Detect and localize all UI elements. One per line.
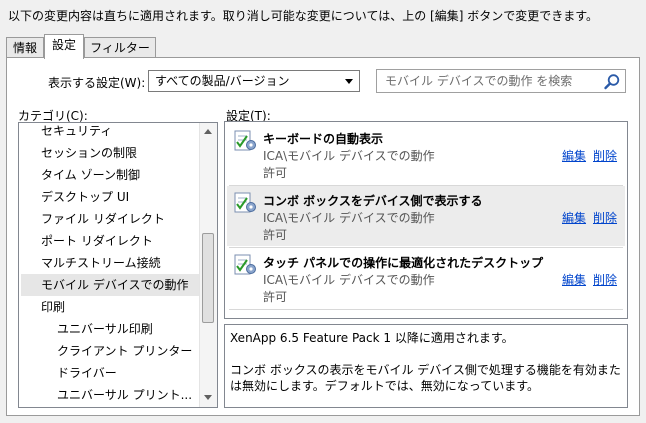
category-item-port-redirect[interactable]: ポート リダイレクト (19, 230, 153, 252)
policy-setting-icon (234, 130, 256, 151)
chevron-down-icon (345, 79, 353, 84)
delete-link[interactable]: 削除 (593, 271, 617, 288)
category-item-drivers[interactable]: ドライバー (19, 362, 117, 384)
category-item-time-zone[interactable]: タイム ゾーン制御 (19, 164, 140, 186)
search-input[interactable]: モバイル デバイスでの動作 を検索 (376, 69, 626, 93)
setting-path: ICA\モバイル デバイスでの動作 (263, 273, 435, 287)
policy-setting-icon (234, 254, 256, 275)
category-scrollbar[interactable] (199, 123, 217, 407)
setting-description: XenApp 6.5 Feature Pack 1 以降に適用されます。 コンボ… (224, 324, 628, 408)
category-item-printing[interactable]: 印刷 (19, 296, 65, 318)
delete-link[interactable]: 削除 (593, 209, 617, 226)
setting-state: 許可 (263, 166, 288, 180)
tab-filter[interactable]: フィルター (84, 37, 156, 57)
scrollbar-thumb[interactable] (202, 233, 214, 323)
setting-path: ICA\モバイル デバイスでの動作 (263, 211, 435, 225)
setting-path: ICA\モバイル デバイスでの動作 (263, 149, 435, 163)
setting-title: タッチ パネルでの操作に最適化されたデスクトップ (263, 256, 544, 270)
setting-row[interactable]: タッチ パネルでの操作に最適化されたデスクトップ ICA\モバイル デバイスでの… (227, 248, 625, 308)
setting-state: 許可 (263, 228, 288, 242)
category-item-file-redirect[interactable]: ファイル リダイレクト (19, 208, 165, 230)
category-item-universal-printing[interactable]: ユニバーサル印刷 (19, 318, 153, 340)
setting-state: 許可 (263, 290, 288, 304)
display-settings-dropdown[interactable]: すべての製品/バージョン (148, 70, 360, 92)
scroll-up-icon[interactable] (204, 129, 212, 134)
edit-link[interactable]: 編集 (562, 209, 586, 226)
category-item-desktop-ui[interactable]: デスクトップ UI (19, 186, 129, 208)
tab-settings[interactable]: 設定 (44, 34, 84, 59)
edit-link[interactable]: 編集 (562, 147, 586, 164)
policy-setting-icon (234, 192, 256, 213)
edit-link[interactable]: 編集 (562, 271, 586, 288)
display-settings-value: すべての製品/バージョン (155, 74, 290, 88)
setting-title: キーボードの自動表示 (263, 132, 384, 146)
category-item-universal-print-server[interactable]: ユニバーサル プリント... (19, 384, 192, 406)
category-list[interactable]: セキュリティ セッションの制限 タイム ゾーン制御 デスクトップ UI ファイル… (18, 122, 218, 408)
settings-list: キーボードの自動表示 ICA\モバイル デバイスでの動作 許可 編集 削除 コン… (224, 121, 628, 319)
description-applies: XenApp 6.5 Feature Pack 1 以降に適用されます。 (230, 331, 514, 345)
row-divider (229, 309, 623, 310)
setting-row[interactable]: キーボードの自動表示 ICA\モバイル デバイスでの動作 許可 編集 削除 (227, 124, 625, 184)
info-note: 以下の変更内容は直ちに適用されます。取り消し可能な変更については、上の [編集]… (8, 9, 598, 23)
search-placeholder: モバイル デバイスでの動作 を検索 (385, 74, 573, 88)
scroll-down-icon[interactable] (204, 395, 212, 400)
category-item-security[interactable]: セキュリティ (19, 123, 112, 142)
category-item-client-printers[interactable]: クライアント プリンター (19, 340, 192, 362)
setting-title: コンボ ボックスをデバイス側で表示する (263, 194, 483, 208)
description-text: コンボ ボックスの表示をモバイル デバイス側で処理する機能を有効または無効にしま… (230, 363, 621, 393)
category-item-multistream[interactable]: マルチストリーム接続 (19, 252, 161, 274)
category-item-mobile-experience[interactable]: モバイル デバイスでの動作 (21, 274, 201, 296)
tab-info[interactable]: 情報 (6, 37, 44, 57)
search-icon[interactable] (603, 73, 621, 91)
setting-row[interactable]: コンボ ボックスをデバイス側で表示する ICA\モバイル デバイスでの動作 許可… (227, 186, 625, 246)
delete-link[interactable]: 削除 (593, 147, 617, 164)
category-item-session-limits[interactable]: セッションの制限 (19, 142, 137, 164)
display-settings-label: 表示する設定(W): (48, 76, 146, 90)
